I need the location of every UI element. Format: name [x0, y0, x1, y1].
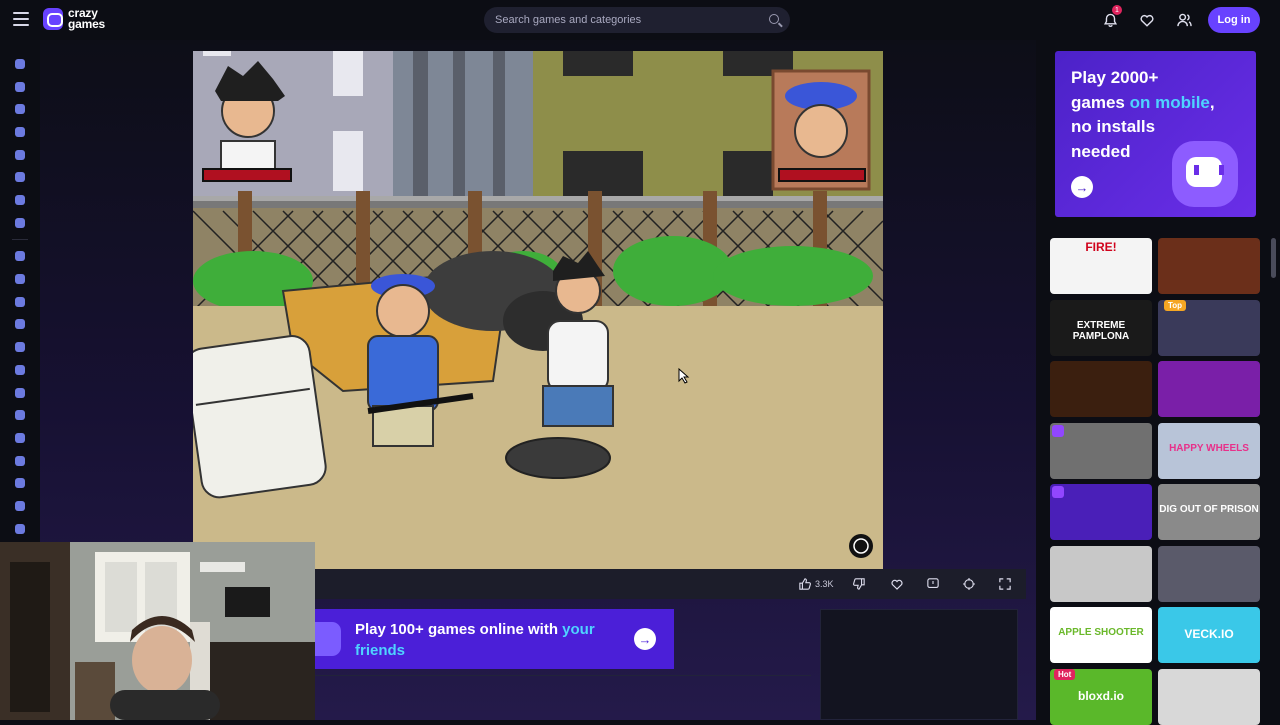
archer-game-thumb[interactable] [1050, 422, 1152, 479]
arrow-right-icon[interactable]: → [1071, 176, 1093, 198]
dig-out-of-prison-thumb[interactable]: DIG OUT OF PRISON [1158, 484, 1260, 540]
search-input[interactable] [495, 14, 755, 26]
trending-icon[interactable] [13, 125, 26, 138]
apple-shooter-thumb[interactable]: APPLE SHOOTER [1050, 607, 1152, 663]
originals-icon[interactable] [13, 170, 26, 183]
webcam-overlay [0, 542, 315, 720]
theater-icon [963, 578, 975, 590]
heart-icon [1140, 14, 1154, 27]
notification-badge: 1 [1112, 5, 1122, 15]
stickman-game-thumb[interactable] [1050, 545, 1152, 602]
like-count: 3.3K [815, 579, 834, 589]
top-badge: Top [1164, 299, 1187, 311]
heart-icon [891, 579, 903, 590]
veck-io-thumb[interactable]: VECK.IO [1158, 607, 1260, 663]
crazygames-mascot-icon [1172, 141, 1238, 207]
twitch-icon [1052, 424, 1064, 437]
bottles-game-thumb[interactable] [1050, 361, 1152, 417]
puzzle-icon[interactable] [13, 499, 26, 512]
stickman-2-thumb[interactable] [1158, 668, 1260, 725]
banner-text: Play 100+ games online with your friends [355, 621, 595, 659]
notifications-button[interactable]: 1 [1099, 5, 1122, 31]
action-icon[interactable] [13, 249, 26, 262]
crazygames-logo[interactable]: crazy games [43, 7, 106, 31]
logo-text-line2: games [68, 17, 106, 31]
sidebar-divider [12, 239, 28, 240]
dislike-button[interactable] [853, 576, 865, 592]
thumbnail-title: EXTREME PAMPLONA [1072, 319, 1130, 342]
favorites-button[interactable] [1136, 9, 1158, 31]
category-sidebar [0, 40, 40, 540]
arrow-right-icon[interactable]: → [634, 628, 656, 650]
leaderboard-icon[interactable] [13, 216, 26, 229]
like-button[interactable]: 3.3K [799, 576, 834, 592]
boxing-game-thumb[interactable] [1158, 238, 1260, 294]
beauty-icon[interactable] [13, 317, 26, 330]
mahjong-icon[interactable] [13, 476, 26, 489]
new-icon[interactable] [13, 102, 26, 115]
fullscreen-button[interactable] [999, 576, 1011, 592]
car-icon[interactable] [13, 340, 26, 353]
moto-game-thumb[interactable] [1158, 545, 1260, 602]
report-button[interactable] [927, 576, 939, 592]
io-icon[interactable] [13, 454, 26, 467]
twitch-icon [1052, 486, 1064, 498]
logo-icon [43, 8, 63, 30]
mobile-promo-banner[interactable]: Play 2000+ games on mobile, no installs … [1055, 51, 1256, 217]
scrollbar[interactable] [1271, 238, 1276, 278]
login-button[interactable]: Log in [1208, 7, 1260, 33]
home-icon[interactable] [13, 57, 26, 70]
friends-icon [1176, 13, 1192, 27]
game-scene[interactable] [193, 51, 883, 569]
horror-game-thumb[interactable]: Top [1158, 299, 1260, 356]
fullscreen-icon [999, 578, 1011, 590]
search-bar[interactable] [484, 7, 790, 33]
report-icon [927, 578, 939, 588]
search-icon[interactable] [769, 14, 779, 24]
updated-icon[interactable] [13, 148, 26, 161]
thumbnail-title: VECK.IO [1184, 627, 1234, 641]
thumbs-down-icon [853, 578, 865, 590]
thumbnail-title: DIG OUT OF PRISON [1159, 504, 1259, 515]
ad-panel [820, 609, 1018, 720]
wave-game-thumb[interactable] [1050, 484, 1152, 540]
shooting-icon[interactable] [13, 522, 26, 535]
thumbs-up-icon [799, 578, 811, 590]
fire-game-thumb[interactable]: FIRE! [1050, 238, 1152, 294]
game-toolbar: 3.3K [315, 569, 1026, 599]
adventure-icon[interactable] [13, 272, 26, 285]
bloxd-io-thumb[interactable]: bloxd.io Hot [1050, 668, 1152, 725]
multiplayer-icon[interactable] [13, 193, 26, 206]
clicker-icon[interactable] [13, 363, 26, 376]
game-frame[interactable] [193, 51, 883, 569]
controller-icon[interactable] [13, 431, 26, 444]
theater-mode-button[interactable] [963, 576, 975, 592]
favorite-game-button[interactable] [891, 576, 903, 592]
top-bar: crazy games 1 Log in [0, 0, 1280, 40]
menu-icon[interactable] [13, 12, 29, 26]
thumbnail-title: APPLE SHOOTER [1058, 627, 1144, 638]
casual-icon[interactable] [13, 386, 26, 399]
driving-icon[interactable] [13, 408, 26, 421]
webcam-image [0, 542, 315, 720]
game-info-section [315, 675, 811, 720]
thumbnail-title: bloxd.io [1078, 688, 1124, 703]
play-with-friends-banner[interactable]: Play 100+ games online with your friends [315, 609, 674, 669]
crazygames-mascot-icon [315, 622, 341, 656]
recent-icon[interactable] [13, 80, 26, 93]
thumbnail-title: HAPPY WHEELS [1169, 442, 1249, 454]
friends-button[interactable] [1173, 9, 1195, 31]
thumbnail-title: FIRE! [1085, 240, 1117, 254]
extreme-pamplona-thumb[interactable]: EXTREME PAMPLONA [1050, 299, 1152, 356]
basketball-icon[interactable] [13, 295, 26, 308]
hot-badge: Hot [1054, 668, 1076, 680]
dead-game-thumb[interactable] [1158, 361, 1260, 417]
happy-wheels-thumb[interactable]: HAPPY WHEELS [1158, 422, 1260, 479]
